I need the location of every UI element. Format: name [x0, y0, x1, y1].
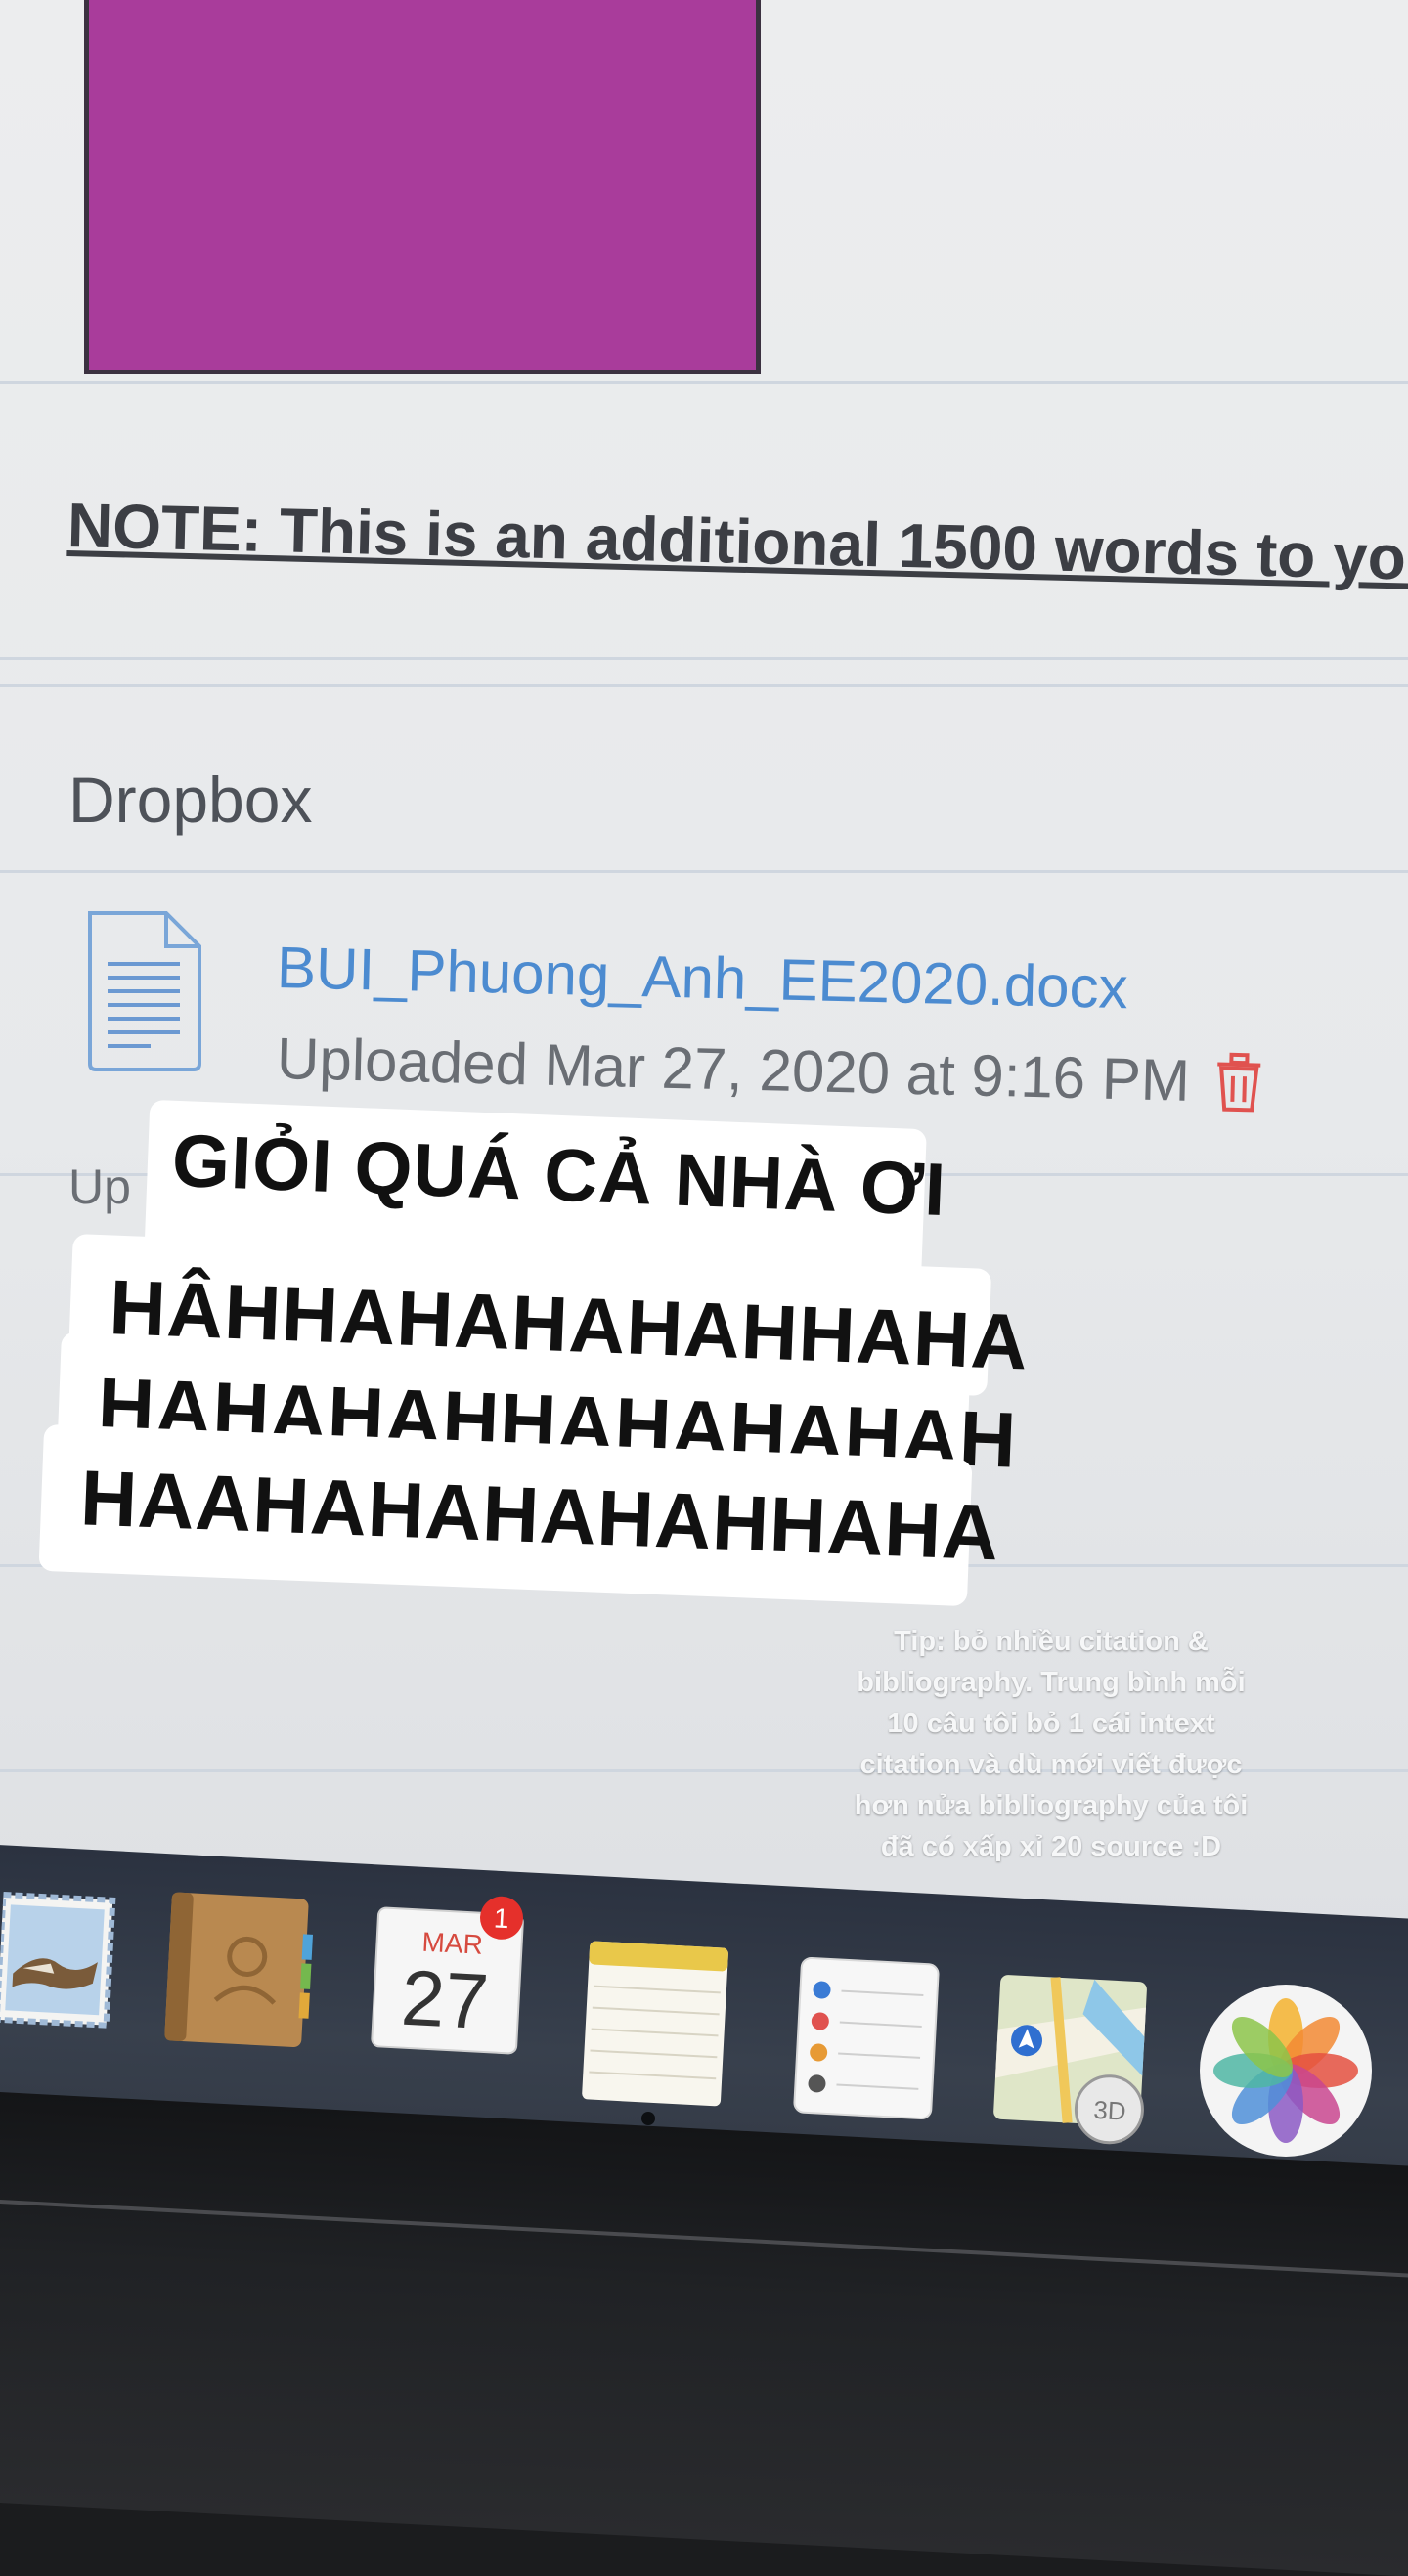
trash-icon[interactable] — [1210, 1050, 1267, 1113]
maps-app-icon[interactable]: 3D — [989, 1971, 1169, 2152]
file-link[interactable]: BUI_Phuong_Anh_EE2020.docx — [276, 934, 1128, 1022]
contacts-app-icon[interactable] — [160, 1888, 317, 2052]
maps-3d-text: 3D — [1093, 2095, 1127, 2126]
running-indicator — [641, 2112, 655, 2125]
document-icon — [88, 911, 201, 1071]
mail-app-icon[interactable] — [0, 1889, 121, 2031]
upload-date-text: Uploaded Mar 27, 2020 at 9:16 PM — [276, 1025, 1191, 1113]
partial-label: Up — [68, 1159, 131, 1214]
divider — [0, 657, 1408, 660]
caption-text: HAAHAHAHAHAHHAHA — [78, 1454, 1001, 1577]
caption-text: GIỎI QUÁ CẢ NHÀ ƠI — [170, 1118, 948, 1233]
photos-app-icon[interactable] — [1198, 1983, 1374, 2159]
reminders-app-icon[interactable] — [790, 1953, 943, 2123]
divider — [0, 684, 1408, 687]
calendar-app-icon[interactable]: MAR 27 1 — [368, 1888, 528, 2058]
note-text: NOTE: This is an additional 1500 words t… — [66, 489, 1408, 594]
divider — [0, 381, 1408, 384]
notes-app-icon[interactable] — [578, 1937, 735, 2113]
upload-info: Uploaded Mar 27, 2020 at 9:16 PM — [276, 1025, 1266, 1116]
calendar-badge-text: 1 — [493, 1902, 509, 1934]
image-thumbnail — [84, 0, 761, 374]
section-title: Dropbox — [68, 764, 313, 836]
calendar-day-text: 27 — [399, 1954, 491, 2046]
laptop-bezel — [0, 2092, 1408, 2576]
tip-text: Tip: bỏ nhiều citation & bibliography. T… — [854, 1626, 1249, 1862]
divider — [0, 870, 1408, 873]
